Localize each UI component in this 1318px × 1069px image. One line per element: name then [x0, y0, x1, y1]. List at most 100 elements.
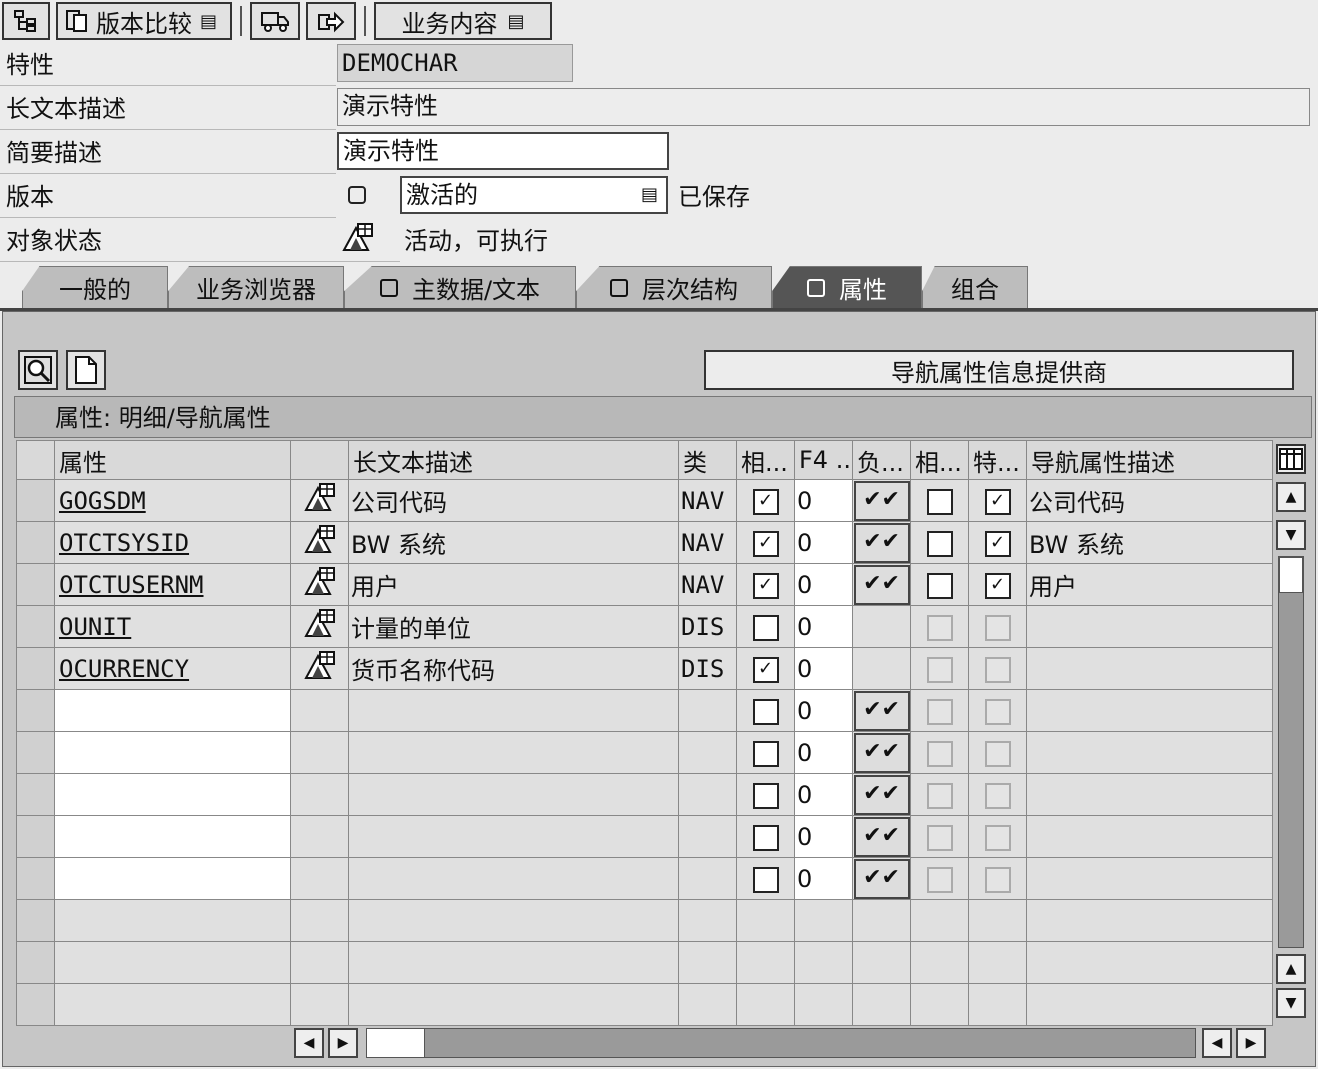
- nav-cell[interactable]: ✔✔: [852, 689, 911, 732]
- f4-cell[interactable]: 0: [794, 689, 853, 732]
- checkbox[interactable]: [926, 572, 953, 599]
- row-selector[interactable]: [16, 773, 55, 816]
- attribute-link[interactable]: OUNIT: [59, 613, 131, 641]
- nav-cell[interactable]: ✔✔: [852, 815, 911, 858]
- nav-cell[interactable]: ✔✔: [852, 479, 911, 522]
- navigate-button[interactable]: [306, 2, 356, 40]
- scroll-thumb[interactable]: [367, 1029, 425, 1057]
- f4-cell[interactable]: 0: [794, 479, 853, 522]
- row-selector[interactable]: [16, 563, 55, 606]
- checkbox[interactable]: ✓: [752, 488, 779, 515]
- checkbox[interactable]: ✓: [984, 572, 1011, 599]
- short-text-input[interactable]: 演示特性: [337, 132, 669, 170]
- checkbox[interactable]: [752, 782, 779, 809]
- col-attribute[interactable]: 属性: [54, 440, 291, 480]
- relevant-cell[interactable]: [736, 857, 795, 900]
- long-text-input[interactable]: 演示特性: [337, 88, 1310, 126]
- nav-cell[interactable]: [852, 605, 911, 648]
- select-all-cell[interactable]: [16, 440, 55, 480]
- row-selector[interactable]: [16, 815, 55, 858]
- version-compare-button[interactable]: 版本比较 ▤: [56, 2, 232, 40]
- nav-cell[interactable]: ✔✔: [852, 521, 911, 564]
- special-cell[interactable]: ✓: [968, 563, 1027, 606]
- f4-cell[interactable]: 0: [794, 815, 853, 858]
- f4-cell[interactable]: 0: [794, 647, 853, 690]
- relevant-2-cell[interactable]: [910, 521, 969, 564]
- row-selector[interactable]: [16, 521, 55, 564]
- attribute-link[interactable]: OTCTUSERNM: [59, 571, 204, 599]
- f4-cell[interactable]: 0: [794, 563, 853, 606]
- scroll-track[interactable]: [1278, 556, 1304, 948]
- empty-row[interactable]: 0 ✔✔: [16, 773, 1273, 816]
- attribute-cell[interactable]: OCURRENCY: [54, 647, 291, 690]
- nav-attribute-button[interactable]: ✔✔: [853, 858, 910, 899]
- row-selector[interactable]: [16, 479, 55, 522]
- row-selector[interactable]: [16, 605, 55, 648]
- nav-attribute-button[interactable]: ✔✔: [853, 480, 910, 521]
- col-nav[interactable]: 负...: [852, 440, 911, 480]
- nav-cell[interactable]: ✔✔: [852, 563, 911, 606]
- relevant-cell[interactable]: [736, 731, 795, 774]
- col-nav-desc[interactable]: 导航属性描述: [1026, 440, 1273, 480]
- col-relevant[interactable]: 相...: [736, 440, 795, 480]
- row-selector[interactable]: [16, 983, 55, 1026]
- attribute-input[interactable]: [54, 857, 291, 900]
- checkbox[interactable]: [752, 824, 779, 851]
- table-row[interactable]: OUNIT 计量的单位 DIS 0: [16, 605, 1273, 648]
- attribute-input[interactable]: [54, 731, 291, 774]
- col-f4[interactable]: F4 ...: [794, 440, 853, 480]
- checkbox[interactable]: [752, 740, 779, 767]
- table-row[interactable]: OCURRENCY 货币名称代码 DIS ✓ 0: [16, 647, 1273, 690]
- attribute-cell[interactable]: OTCTUSERNM: [54, 563, 291, 606]
- col-type[interactable]: 类: [678, 440, 737, 480]
- detail-button[interactable]: [18, 350, 58, 390]
- new-button[interactable]: [66, 350, 106, 390]
- checkbox[interactable]: ✓: [752, 572, 779, 599]
- scroll-down-button[interactable]: ▼: [1276, 520, 1306, 550]
- attribute-cell[interactable]: GOGSDM: [54, 479, 291, 522]
- relevant-2-cell[interactable]: [910, 563, 969, 606]
- row-selector[interactable]: [16, 899, 55, 942]
- page-down-button[interactable]: ▼: [1276, 988, 1306, 1018]
- nav-cell[interactable]: [852, 647, 911, 690]
- horizontal-scrollbar[interactable]: ◀ ▶ ◀ ▶: [294, 1028, 1268, 1058]
- relevant-2-cell[interactable]: [910, 479, 969, 522]
- nav-attribute-button[interactable]: ✔✔: [853, 774, 910, 815]
- checkbox[interactable]: [926, 530, 953, 557]
- relevant-cell[interactable]: ✓: [736, 479, 795, 522]
- nav-attribute-button[interactable]: ✔✔: [853, 564, 910, 605]
- attribute-input[interactable]: [54, 815, 291, 858]
- f4-cell[interactable]: 0: [794, 857, 853, 900]
- col-long-text[interactable]: 长文本描述: [348, 440, 679, 480]
- page-up-button[interactable]: ▲: [1276, 954, 1306, 984]
- relevant-cell[interactable]: ✓: [736, 521, 795, 564]
- empty-row[interactable]: 0 ✔✔: [16, 689, 1273, 732]
- checkbox[interactable]: ✓: [752, 530, 779, 557]
- relevant-cell[interactable]: [736, 689, 795, 732]
- relevant-cell[interactable]: ✓: [736, 563, 795, 606]
- checkbox[interactable]: [926, 488, 953, 515]
- special-cell[interactable]: ✓: [968, 521, 1027, 564]
- nav-cell[interactable]: ✔✔: [852, 731, 911, 774]
- special-cell[interactable]: [968, 647, 1027, 690]
- transport-button[interactable]: [250, 2, 300, 40]
- nav-cell[interactable]: ✔✔: [852, 857, 911, 900]
- relevant-2-cell[interactable]: [910, 647, 969, 690]
- special-cell[interactable]: [968, 605, 1027, 648]
- attribute-link[interactable]: OCURRENCY: [59, 655, 189, 683]
- checkbox[interactable]: ✓: [984, 530, 1011, 557]
- row-selector[interactable]: [16, 941, 55, 984]
- empty-row[interactable]: 0 ✔✔: [16, 731, 1273, 774]
- attribute-input[interactable]: [54, 689, 291, 732]
- attribute-link[interactable]: GOGSDM: [59, 487, 146, 515]
- table-row[interactable]: GOGSDM 公司代码 NAV ✓ 0 ✔✔ ✓ 公司代码: [16, 479, 1273, 522]
- f4-cell[interactable]: 0: [794, 731, 853, 774]
- col-relevant-2[interactable]: 相...: [910, 440, 969, 480]
- f4-cell[interactable]: 0: [794, 521, 853, 564]
- row-selector[interactable]: [16, 857, 55, 900]
- scroll-thumb[interactable]: [1279, 557, 1303, 593]
- row-selector[interactable]: [16, 731, 55, 774]
- checkbox[interactable]: [752, 698, 779, 725]
- f4-cell[interactable]: 0: [794, 605, 853, 648]
- table-row[interactable]: OTCTUSERNM 用户 NAV ✓ 0 ✔✔ ✓ 用户: [16, 563, 1273, 606]
